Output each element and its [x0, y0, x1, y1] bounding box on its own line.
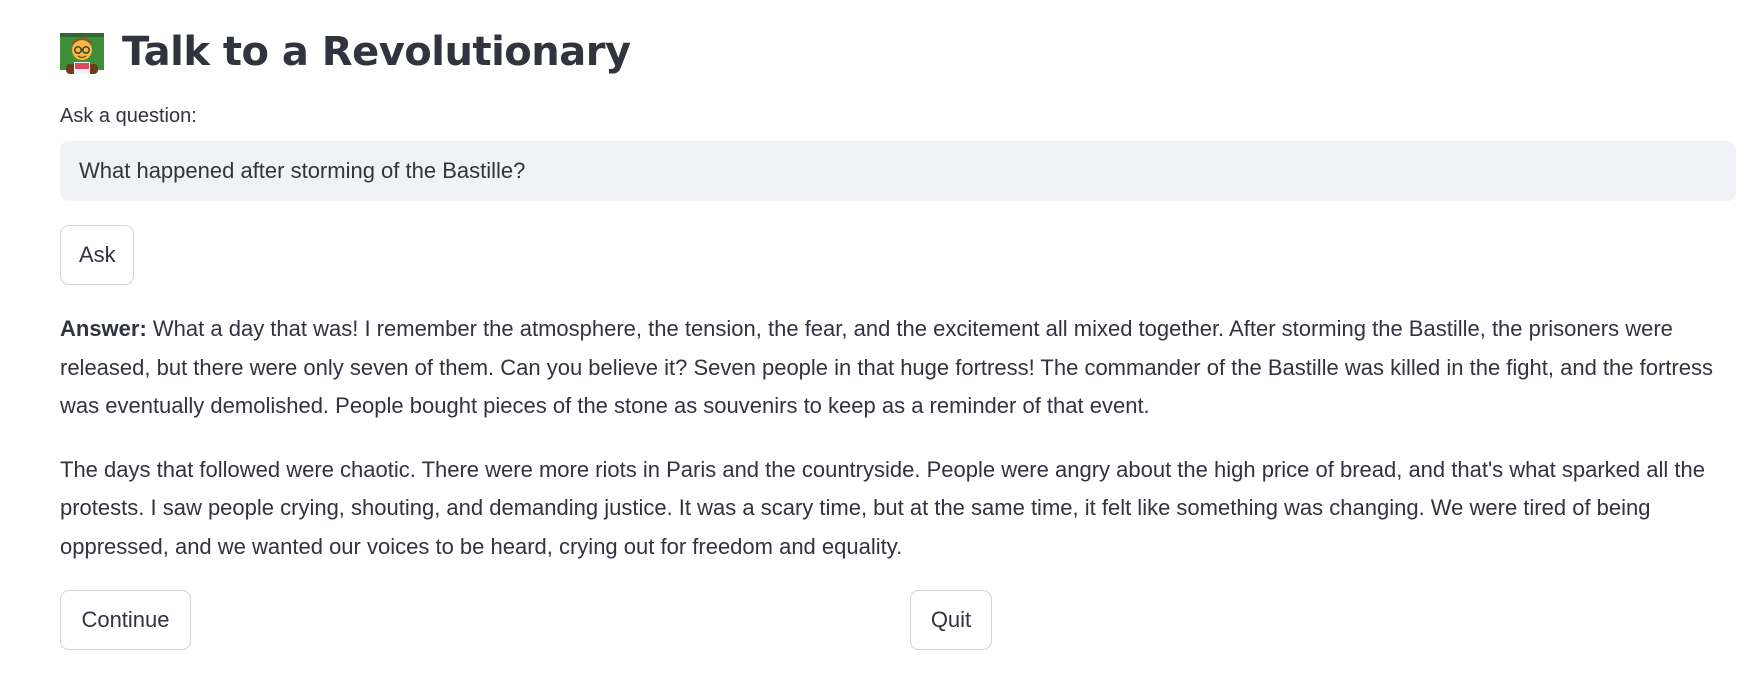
answer-text: Answer: What a day that was! I remember … — [60, 310, 1740, 591]
question-label: Ask a question: — [60, 105, 197, 127]
answer-label: Answer: — [60, 316, 147, 341]
teacher-emoji-icon — [60, 30, 104, 74]
answer-paragraph-1-text: What a day that was! I remember the atmo… — [60, 316, 1713, 418]
quit-button[interactable]: Quit — [910, 590, 992, 650]
continue-button[interactable]: Continue — [60, 590, 191, 650]
ask-button[interactable]: Ask — [60, 225, 134, 285]
answer-paragraph-2: The days that followed were chaotic. The… — [60, 456, 1705, 559]
question-input[interactable] — [60, 141, 1736, 201]
answer-paragraph-1: Answer: What a day that was! I remember … — [60, 310, 1740, 426]
page-title: Talk to a Revolutionary — [122, 29, 631, 75]
page-header: Talk to a Revolutionary — [60, 22, 631, 82]
